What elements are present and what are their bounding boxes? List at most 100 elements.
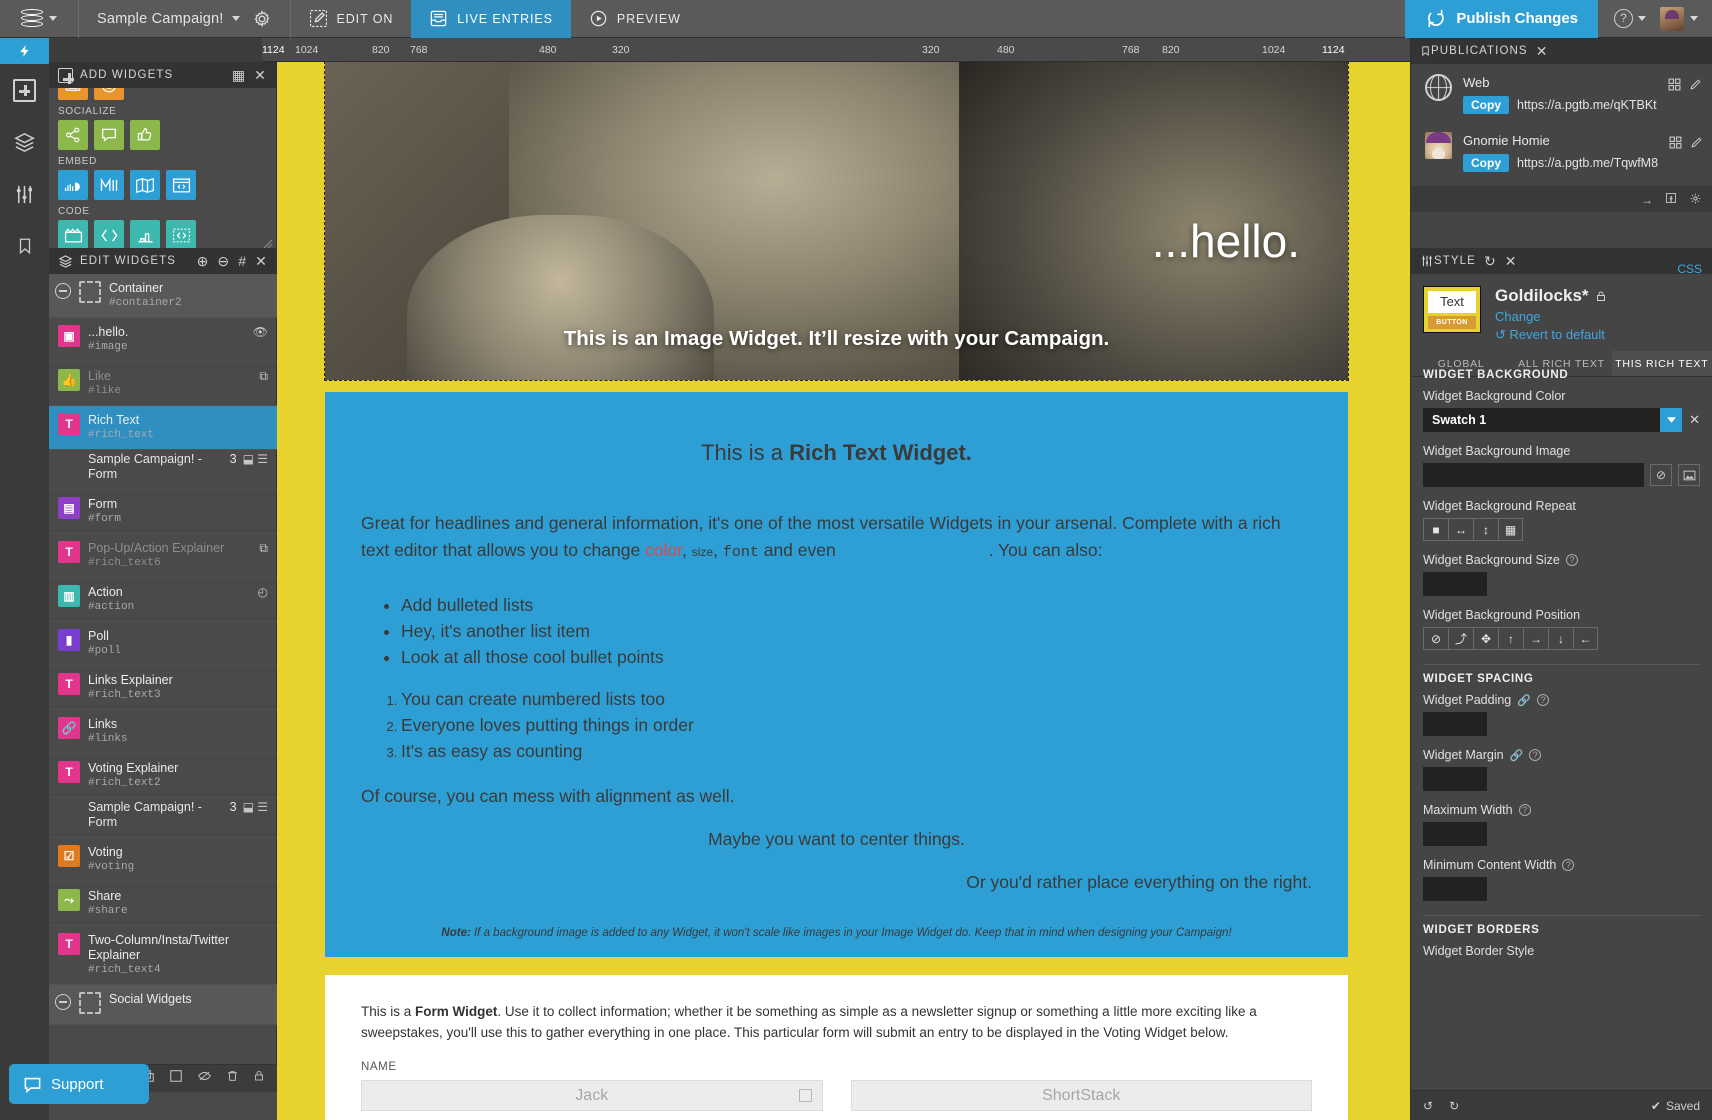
repeat-x-icon[interactable]: ↔ xyxy=(1448,518,1473,541)
app-logo-button[interactable] xyxy=(0,0,78,38)
form-widget[interactable]: This is a Form Widget. Use it to collect… xyxy=(325,975,1348,1120)
undo-icon[interactable]: ↺ xyxy=(1423,1099,1433,1113)
form-entry-row[interactable]: Sample Campaign! - Form 3 ⬓ ☰ xyxy=(49,450,277,490)
campaign-canvas[interactable]: ...hello. This is an Image Widget. It’ll… xyxy=(277,62,1410,1120)
soundcloud-icon[interactable] xyxy=(58,170,88,200)
widget-list-item[interactable]: Social Widgets xyxy=(49,985,277,1025)
campaign-selector[interactable]: Sample Campaign! xyxy=(79,0,290,38)
rail-publications[interactable] xyxy=(0,220,49,272)
settings-button[interactable] xyxy=(240,9,290,29)
collapse-icon[interactable] xyxy=(55,283,71,299)
widget-list-item[interactable]: T Links Explainer #rich_text3 xyxy=(49,666,277,710)
rail-style[interactable] xyxy=(0,168,49,220)
code-slash-icon[interactable] xyxy=(94,220,124,248)
collapse-icon[interactable] xyxy=(55,994,71,1010)
form-entry-row[interactable]: Sample Campaign! - Form 3 ⬓ ☰ xyxy=(49,798,277,838)
publish-changes-button[interactable]: Publish Changes xyxy=(1405,0,1598,38)
eye-icon[interactable]: 👁 xyxy=(253,325,268,339)
widget-background-image-input[interactable] xyxy=(1423,463,1644,487)
widget-list[interactable]: Container #container2 ▣ ...hello. #image 👁 👍 Li… xyxy=(49,274,277,1060)
widget-background-size-input[interactable] xyxy=(1423,572,1487,596)
help-icon[interactable]: ? xyxy=(1529,749,1542,761)
comment-icon[interactable] xyxy=(94,120,124,150)
widget-list-item[interactable]: 👍 Like #like ⧉ xyxy=(49,362,277,406)
right-icon[interactable]: → xyxy=(1523,627,1548,650)
maximum-width-input[interactable] xyxy=(1423,822,1487,846)
widget-margin-input[interactable] xyxy=(1423,767,1487,791)
mode-preview[interactable]: PREVIEW xyxy=(571,0,699,38)
smiley-widget-icon[interactable] xyxy=(94,88,124,100)
form-entry-actions[interactable]: ⬓ ☰ xyxy=(243,452,268,466)
theme-swatch-preview[interactable]: Text BUTTON xyxy=(1423,286,1481,333)
help-icon[interactable]: ? xyxy=(1518,804,1531,816)
mode-edit-on[interactable]: EDIT ON xyxy=(291,0,412,38)
widget-list-item[interactable]: ☑ Voting #voting xyxy=(49,838,277,882)
minus-circle-icon[interactable]: ⊖ xyxy=(217,254,230,268)
medium-m-icon[interactable] xyxy=(94,170,124,200)
refresh-icon[interactable]: ↻ xyxy=(1484,254,1497,268)
clear-background-color-button[interactable]: ✕ xyxy=(1689,412,1700,428)
down-icon[interactable]: ↓ xyxy=(1548,627,1573,650)
close-icon[interactable]: ✕ xyxy=(254,68,267,82)
link-values-icon[interactable]: 🔗 xyxy=(1510,749,1524,762)
first-name-input[interactable]: Jack xyxy=(361,1080,823,1111)
popout-icon[interactable]: ⧉ xyxy=(259,369,268,384)
edit-icon[interactable] xyxy=(1690,136,1703,154)
frame-icon[interactable] xyxy=(169,1069,183,1088)
no-image-icon[interactable]: ⊘ xyxy=(1650,464,1672,486)
none-icon[interactable]: ⊘ xyxy=(1423,627,1448,650)
thumbs-up-icon[interactable] xyxy=(130,120,160,150)
image-widget[interactable]: ...hello. This is an Image Widget. It’ll… xyxy=(324,62,1349,381)
close-icon[interactable]: ✕ xyxy=(1505,254,1518,268)
rich-text-widget[interactable]: This is a Rich Text Widget. Great for he… xyxy=(325,392,1348,957)
code-brackets-icon[interactable] xyxy=(166,220,196,248)
widget-list-item[interactable]: Container #container2 xyxy=(49,274,277,318)
copy-button[interactable]: Copy xyxy=(1463,96,1509,114)
hide-icon[interactable] xyxy=(197,1069,212,1088)
repeat-both-icon[interactable]: ▦ xyxy=(1498,518,1523,541)
map-icon[interactable] xyxy=(130,170,160,200)
help-icon[interactable]: ? xyxy=(1565,554,1578,566)
widget-padding-input[interactable] xyxy=(1423,712,1487,736)
qr-icon[interactable] xyxy=(1669,136,1682,154)
account-menu-button[interactable] xyxy=(1660,6,1712,31)
widget-list-item[interactable]: ⤳ Share #share xyxy=(49,882,277,926)
edit-icon[interactable] xyxy=(1689,78,1702,96)
rail-add-widgets[interactable] xyxy=(0,64,49,116)
rail-layers[interactable] xyxy=(0,116,49,168)
facebook-icon[interactable] xyxy=(1665,192,1677,207)
css-link[interactable]: CSS xyxy=(1677,262,1702,276)
help-button[interactable]: ? xyxy=(1598,9,1660,28)
resize-handle[interactable] xyxy=(263,236,273,248)
share-icon[interactable] xyxy=(58,120,88,150)
support-button[interactable]: Support xyxy=(9,1064,149,1104)
bar-chart-icon[interactable] xyxy=(130,220,160,248)
theme-change-link[interactable]: Change xyxy=(1495,309,1607,324)
close-icon[interactable]: ✕ xyxy=(255,254,268,268)
mode-live-entries[interactable]: LIVE ENTRIES xyxy=(411,0,571,38)
widget-list-item[interactable]: 🔗 Links #links xyxy=(49,710,277,754)
arrow-right-icon[interactable]: → xyxy=(1641,193,1653,207)
repeat-y-icon[interactable]: ↕ xyxy=(1473,518,1498,541)
minimum-content-width-input[interactable] xyxy=(1423,877,1487,901)
chevron-down-icon[interactable] xyxy=(1660,408,1683,432)
widget-list-item[interactable]: T Rich Text #rich_text xyxy=(49,406,277,450)
no-repeat-icon[interactable]: ■ xyxy=(1423,518,1448,541)
up-icon[interactable]: ↑ xyxy=(1498,627,1523,650)
left-icon[interactable]: ← xyxy=(1573,627,1598,650)
clapperboard-icon[interactable] xyxy=(58,220,88,248)
link-values-icon[interactable]: 🔗 xyxy=(1517,694,1531,707)
lock-icon[interactable] xyxy=(253,1069,265,1088)
embed-code-icon[interactable] xyxy=(166,170,196,200)
qr-icon[interactable] xyxy=(1668,78,1681,96)
image-widget-icon[interactable] xyxy=(58,88,88,100)
widget-list-item[interactable]: ▤ Form #form xyxy=(49,490,277,534)
trash-icon[interactable] xyxy=(226,1069,239,1088)
redo-icon[interactable]: ↻ xyxy=(1449,1099,1459,1113)
popout-icon[interactable]: ⧉ xyxy=(259,541,268,556)
hash-icon[interactable]: # xyxy=(238,254,247,268)
help-icon[interactable]: ? xyxy=(1562,859,1575,871)
form-entry-actions[interactable]: ⬓ ☰ xyxy=(243,800,268,814)
last-name-input[interactable]: ShortStack xyxy=(850,1080,1312,1111)
publication-row-gnomie[interactable]: Gnomie Homie Copy https://a.pgtb.me/Tqwf… xyxy=(1411,122,1712,180)
